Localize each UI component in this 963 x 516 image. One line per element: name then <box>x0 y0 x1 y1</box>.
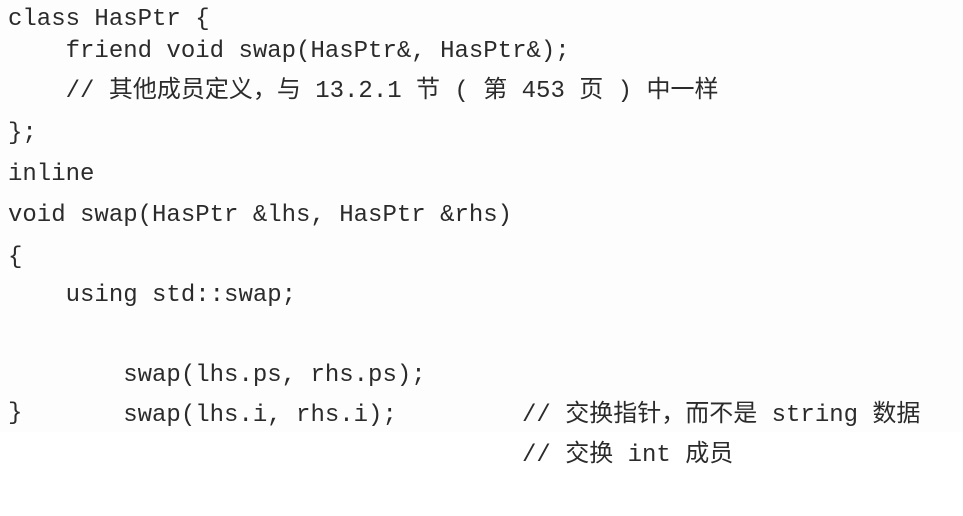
swap-int-code: swap(lhs.i, rhs.i); <box>65 402 397 429</box>
swap-pointer-line: swap(lhs.ps, rhs.ps); // 交换指针，而不是 string… <box>8 316 920 429</box>
friend-declaration-line: friend void swap(HasPtr&, HasPtr&); <box>8 38 570 65</box>
class-comment-line: // 其他成员定义，与 13.2.1 节 ( 第 453 页 ) 中一样 <box>8 78 719 105</box>
function-closing-brace: } <box>8 400 23 427</box>
inline-keyword-line: inline <box>8 161 95 188</box>
code-listing: class HasPtr { friend void swap(HasPtr&,… <box>0 0 963 469</box>
class-closing-line: }; <box>8 120 37 147</box>
swap-int-line: swap(lhs.i, rhs.i); // 交换 int 成员 <box>8 356 733 469</box>
swap-pointer-comment: // 交换指针，而不是 string 数据 <box>522 402 921 429</box>
swap-int-comment: // 交换 int 成员 <box>522 442 734 469</box>
function-opening-brace: { <box>8 244 23 271</box>
using-declaration-line: using std::swap; <box>8 282 297 309</box>
swap-signature-line: void swap(HasPtr &lhs, HasPtr &rhs) <box>8 202 513 229</box>
